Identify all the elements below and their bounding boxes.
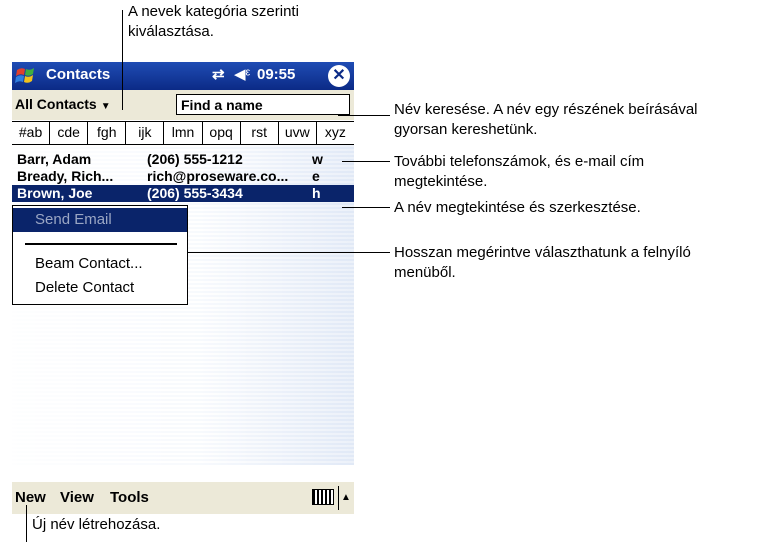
callout-find: Név keresése. A név egy részének beírásá… [394, 101, 698, 138]
tab-lmn[interactable]: lmn [164, 122, 203, 144]
callout-category: A nevek kategória szerinti kiválasztása. [128, 3, 299, 40]
callout-line-view-edit [342, 207, 390, 208]
callout-line-popup [165, 252, 390, 253]
category-label: All Contacts [15, 96, 97, 112]
pocket-pc-screen: Contacts ⇄ ◀ᵋ 09:55 ✕ All Contacts ▼ Find… [12, 62, 354, 514]
category-bar: All Contacts ▼ Find a name [12, 90, 354, 120]
menu-bar: New View Tools ▲ [12, 482, 354, 514]
tab-xyz[interactable]: xyz [317, 122, 354, 144]
callout-more-numbers: További telefonszámok, és e-mail cím meg… [394, 153, 645, 190]
contact-name: Bready, Rich... [17, 168, 114, 184]
callout-new: Új név létrehozása. [32, 516, 161, 533]
callout-line-find [338, 115, 390, 116]
callout-view-edit: A név megtekintése és szerkesztése. [394, 199, 641, 216]
connectivity-icon[interactable]: ⇄ [212, 65, 225, 83]
tab-opq[interactable]: opq [203, 122, 241, 144]
contact-row[interactable]: Bready, Rich... rich@proseware.co... e [12, 168, 354, 185]
contact-row[interactable]: Barr, Adam (206) 555-1212 w [12, 151, 354, 168]
close-icon[interactable]: ✕ [328, 65, 350, 87]
menu-view[interactable]: View [60, 489, 94, 506]
menu-item-delete-contact[interactable]: Delete Contact [13, 276, 187, 300]
contact-row-selected[interactable]: Brown, Joe (206) 555-3434 h [12, 185, 354, 202]
menu-new[interactable]: New [15, 489, 46, 506]
contact-info: rich@proseware.co... [147, 168, 289, 184]
contact-type[interactable]: w [312, 151, 323, 167]
tab-uvw[interactable]: uvw [279, 122, 317, 144]
keyboard-icon[interactable] [312, 489, 334, 505]
contact-type[interactable]: e [312, 168, 320, 184]
tab-ab[interactable]: #ab [12, 122, 51, 144]
find-name-input[interactable]: Find a name [176, 94, 350, 115]
tab-ijk[interactable]: ijk [126, 122, 165, 144]
app-title: Contacts [46, 66, 111, 83]
contact-info: (206) 555-1212 [147, 151, 243, 167]
contact-name: Barr, Adam [17, 151, 92, 167]
contact-name: Brown, Joe [17, 185, 93, 201]
callout-popup: Hosszan megérintve választhatunk a felny… [394, 244, 691, 281]
contact-list[interactable]: Barr, Adam (206) 555-1212 w Bready, Rich… [12, 145, 354, 465]
callout-line-category [122, 10, 123, 110]
dropdown-arrow-icon: ▼ [100, 101, 111, 112]
letter-tabs: #ab cde fgh ijk lmn opq rst uvw xyz [12, 121, 354, 145]
volume-icon[interactable]: ◀ᵋ [234, 65, 250, 83]
menu-item-send-email[interactable]: Send Email [13, 208, 187, 232]
title-bar: Contacts ⇄ ◀ᵋ 09:55 ✕ [12, 62, 354, 90]
callout-line-new [26, 505, 27, 542]
tab-rst[interactable]: rst [241, 122, 279, 144]
menu-separator [25, 243, 177, 245]
tab-fgh[interactable]: fgh [88, 122, 127, 144]
tab-cde[interactable]: cde [50, 122, 89, 144]
context-menu: Send Email Beam Contact... Delete Contac… [12, 205, 188, 305]
menu-tools[interactable]: Tools [110, 489, 149, 506]
contact-type[interactable]: h [312, 185, 321, 201]
clock[interactable]: 09:55 [257, 66, 295, 83]
contact-info: (206) 555-3434 [147, 185, 243, 201]
menu-item-beam-contact[interactable]: Beam Contact... [13, 252, 187, 276]
windows-flag-icon[interactable] [13, 64, 41, 88]
category-dropdown[interactable]: All Contacts ▼ [15, 96, 111, 112]
input-panel-arrow-icon[interactable]: ▲ [338, 486, 353, 510]
